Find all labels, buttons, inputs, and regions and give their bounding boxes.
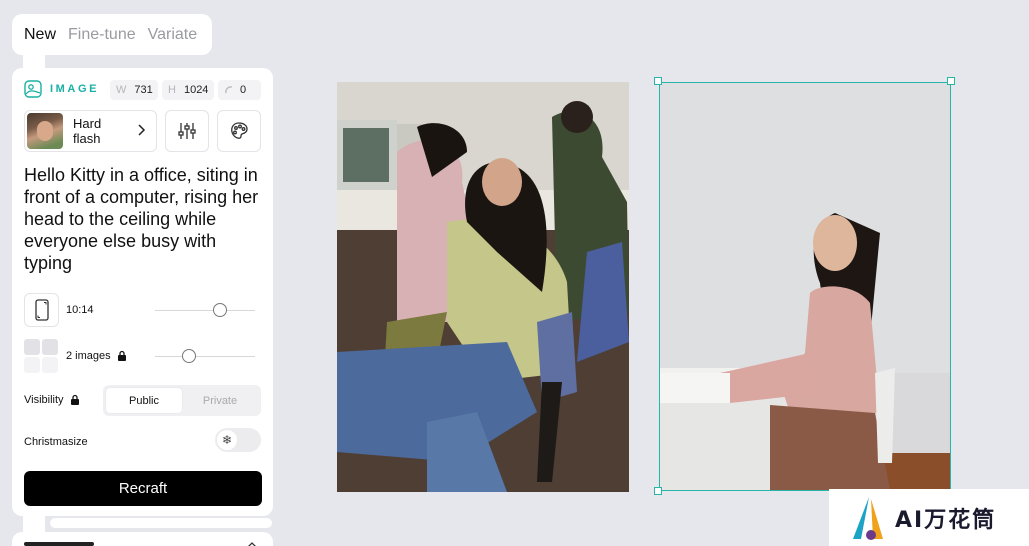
logo-mark-icon [853,496,883,540]
panel-connector [23,55,45,69]
aspect-ratio-value: 10:14 [66,304,94,316]
snowflake-icon: ❄ [217,430,237,450]
aspect-ratio-slider[interactable] [155,303,255,317]
visibility-label-group: Visibility [24,394,80,406]
seed-icon [225,86,233,94]
panel-connector-bottom [23,516,45,532]
section-header: IMAGE [24,80,99,98]
image-count-value: 2 images [66,350,111,362]
palette-icon [231,122,248,139]
seed-value: 0 [240,84,247,96]
seed-field[interactable]: 0 [218,80,261,100]
resize-handle-bottom-left[interactable] [654,487,662,495]
christmasize-label: Christmasize [24,436,88,448]
resize-handle-top-right[interactable] [947,77,955,85]
height-key: H [168,84,176,96]
width-field[interactable]: W 731 [110,80,158,100]
visibility-public-option[interactable]: Public [106,388,182,413]
style-thumbnail [27,113,63,149]
tab-variate[interactable]: Variate [148,26,198,44]
palette-button[interactable] [217,110,261,152]
generated-image-2[interactable] [659,82,951,491]
prompt-input[interactable]: Hello Kitty in a office, siting in front… [24,164,264,274]
lock-icon [117,350,126,361]
style-name: Hard flash [73,116,102,146]
watermark-logo: AI万花筒 [829,489,1029,546]
width-key: W [116,84,127,96]
image-count-icon [24,339,59,373]
generated-image-1[interactable] [337,82,629,492]
aspect-ratio-row: 10:14 [24,293,94,327]
tab-new[interactable]: New [24,26,56,44]
christmasize-toggle[interactable]: ❄ [215,428,261,452]
visibility-private-option[interactable]: Private [182,388,258,413]
aspect-ratio-knob[interactable] [213,303,227,317]
lock-icon [70,394,79,405]
panel-divider-strip [50,518,272,528]
portrait-frame-icon [34,299,49,321]
visibility-label: Visibility [24,394,64,406]
generated-image-2-picture [660,83,950,490]
sliders-icon [178,123,196,139]
visibility-toggle: Public Private [103,385,261,416]
aspect-ratio-button[interactable] [24,293,59,327]
settings-icon[interactable] [244,541,260,546]
settings-panel: IMAGE W 731 H 1024 0 Hard flash Hello Ki… [12,68,273,516]
width-value: 731 [134,84,153,96]
image-count-slider[interactable] [155,349,255,363]
adjust-settings-button[interactable] [165,110,209,152]
height-field[interactable]: H 1024 [162,80,214,100]
image-icon [24,80,42,98]
height-value: 1024 [183,84,209,96]
chevron-right-icon [138,124,146,136]
resize-handle-top-left[interactable] [654,77,662,85]
section-label: IMAGE [50,83,100,95]
generated-image-1-picture [337,82,629,492]
image-count-knob[interactable] [182,349,196,363]
recraft-button[interactable]: Recraft [24,471,262,506]
watermark-text: AI万花筒 [895,507,997,533]
image-count-row: 2 images [24,339,127,373]
secondary-panel [12,532,273,546]
mode-tabs: New Fine-tune Variate [12,14,212,55]
style-selector[interactable]: Hard flash [24,110,157,152]
tab-fine-tune[interactable]: Fine-tune [68,26,136,44]
secondary-panel-title [24,542,94,546]
